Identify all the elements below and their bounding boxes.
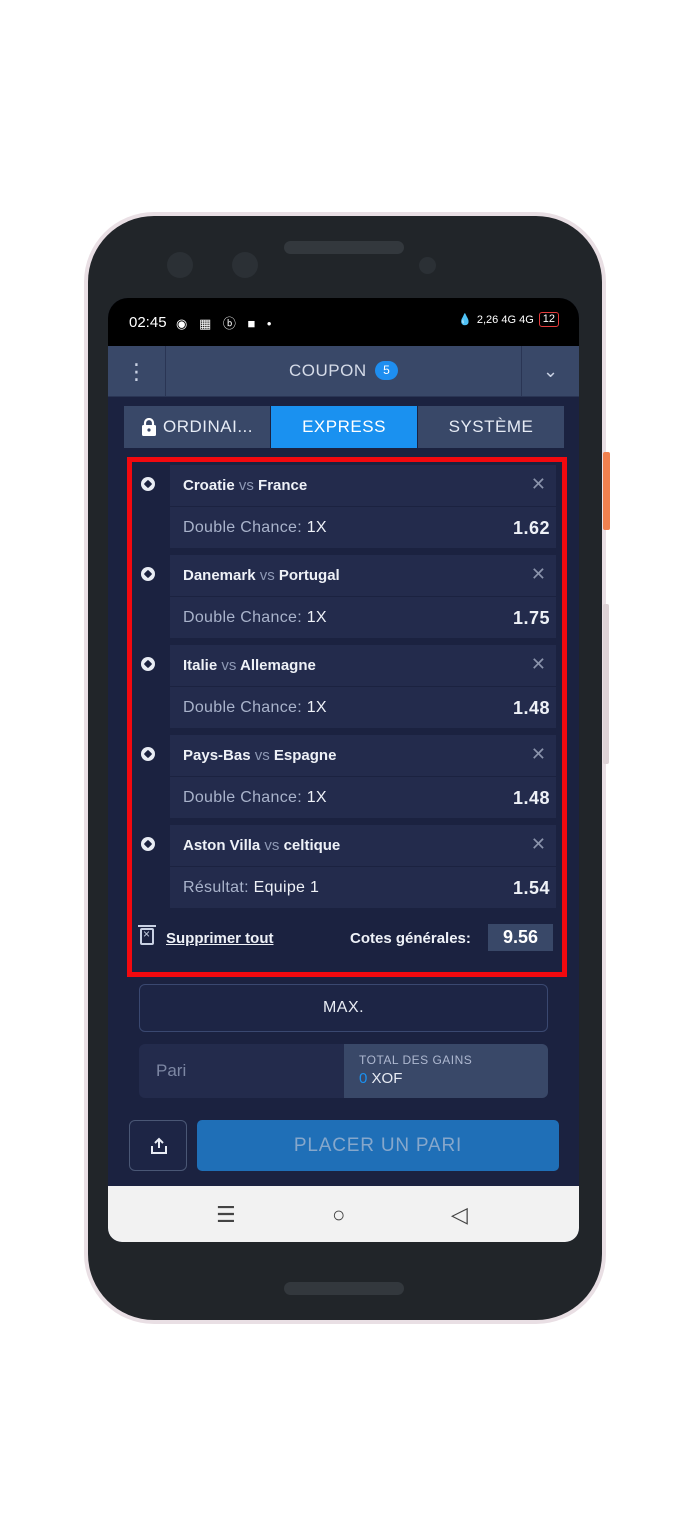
chevron-double-down-icon[interactable]: ⌄ xyxy=(521,346,579,397)
tab-label: EXPRESS xyxy=(302,417,386,436)
share-button[interactable] xyxy=(129,1120,187,1171)
place-bet-button[interactable]: PLACER UN PARI xyxy=(197,1120,559,1171)
status-bar: 02:45 ◉ ▦ ⓑ ■ • 💧 2,26 4G 4G 12 xyxy=(108,298,579,346)
more-menu-icon[interactable]: ⋮ xyxy=(108,346,166,397)
highlight-annotation xyxy=(127,457,567,977)
stake-panel: Pari TOTAL DES GAINS 0 XOF xyxy=(139,1044,548,1098)
coupon-title: COUPON xyxy=(289,361,367,380)
power-button xyxy=(603,452,610,530)
lock-icon xyxy=(141,418,156,436)
tab-label: SYSTÈME xyxy=(448,417,534,436)
status-time: 02:45 xyxy=(129,314,167,331)
earpiece-speaker xyxy=(284,241,404,254)
total-gains-box: TOTAL DES GAINS 0 XOF xyxy=(344,1044,548,1098)
status-right: 💧 2,26 4G 4G 12 xyxy=(458,312,559,327)
max-stake-button[interactable]: MAX. xyxy=(139,984,548,1032)
recent-apps-icon[interactable]: ☰ xyxy=(216,1202,236,1228)
coupon-count-badge: 5 xyxy=(375,361,398,380)
battery-icon: 12 xyxy=(538,312,559,327)
proximity-sensor-icon xyxy=(419,257,436,274)
share-icon xyxy=(151,1137,167,1154)
tab-label: ORDINAI... xyxy=(162,417,253,436)
front-sensor-icon xyxy=(232,252,258,278)
gains-label: TOTAL DES GAINS xyxy=(359,1053,473,1067)
front-camera-icon xyxy=(167,252,193,278)
bottom-speaker xyxy=(284,1282,404,1295)
tab-systeme[interactable]: SYSTÈME xyxy=(417,406,564,448)
volume-button xyxy=(603,604,609,764)
coupon-header: ⋮ COUPON 5 ⌄ xyxy=(108,346,579,397)
tab-ordinaire[interactable]: ORDINAI... xyxy=(124,406,270,448)
tab-express[interactable]: EXPRESS xyxy=(270,406,417,448)
data-saver-icon: 💧 xyxy=(458,314,472,326)
notification-icons: ◉ ▦ ⓑ ■ • xyxy=(176,316,276,331)
screen: 02:45 ◉ ▦ ⓑ ■ • 💧 2,26 4G 4G 12 ⋮ COUPON… xyxy=(108,298,579,1242)
home-icon[interactable]: ○ xyxy=(332,1202,345,1228)
network-indicator: 2,26 4G 4G xyxy=(476,313,534,326)
stake-input[interactable]: Pari xyxy=(139,1044,344,1098)
android-nav-bar: ☰ ○ ◁ xyxy=(108,1186,579,1242)
back-icon[interactable]: ◁ xyxy=(451,1202,468,1228)
gains-value: 0 XOF xyxy=(359,1070,403,1087)
bet-type-tabs: ORDINAI... EXPRESS SYSTÈME xyxy=(124,406,564,448)
